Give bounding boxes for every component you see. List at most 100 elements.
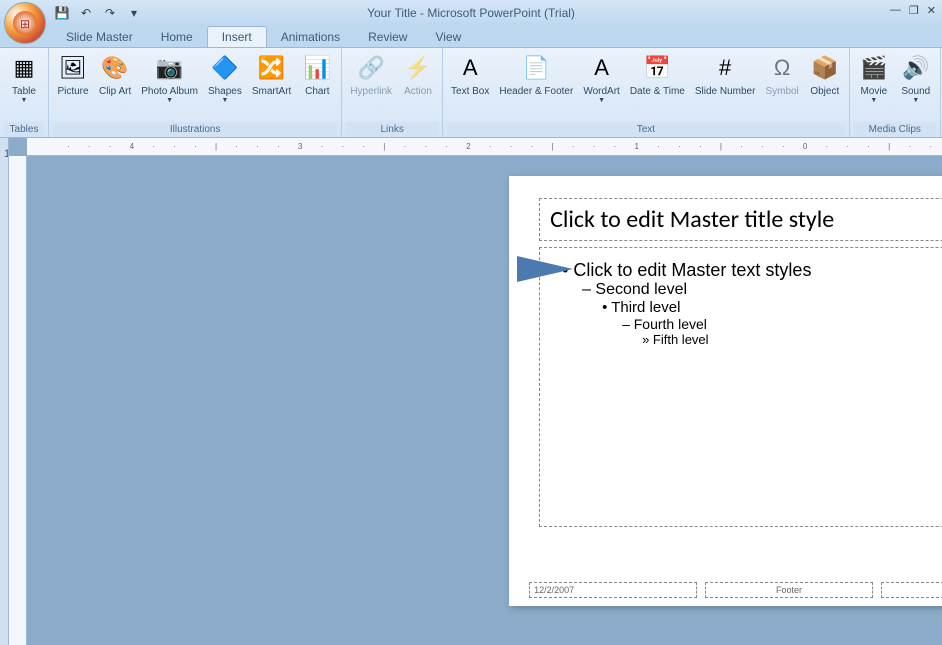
ribbon-group-text: A Text Box 📄 Header & Footer A WordArt▼ 📅 Date …	[443, 48, 850, 137]
hyperlink-button: 🔗 Hyperlink	[346, 50, 396, 99]
text-box-icon: A	[454, 52, 486, 84]
header-footer-icon: 📄	[520, 52, 552, 84]
movie-button[interactable]: 🎬 Movie▼	[854, 50, 894, 106]
tab-review[interactable]: Review	[354, 27, 421, 47]
slide-number-placeholder[interactable]: ‹#›	[881, 582, 942, 598]
slide-number-button[interactable]: # Slide Number	[691, 50, 760, 99]
wordart-button[interactable]: A WordArt▼	[579, 50, 624, 106]
slide-canvas[interactable]: Click to edit Master title style Click t…	[27, 156, 942, 645]
text-level-2[interactable]: Second level	[556, 281, 942, 299]
date-time-button[interactable]: 📅 Date & Time	[626, 50, 689, 99]
title-bar: ⊞ 💾 ↶ ↷ ▾ Your Title - Microsoft PowerPo…	[0, 0, 942, 26]
clipart-button[interactable]: 🎨 Clip Art	[95, 50, 135, 99]
ribbon-tabs: Slide Master Home Insert Animations Revi…	[0, 26, 942, 48]
dropdown-arrow-icon: ▼	[166, 97, 173, 104]
restore-button[interactable]: ❐	[909, 4, 919, 17]
text-level-1[interactable]: Click to edit Master text styles	[556, 260, 942, 281]
shapes-label: Shapes	[208, 86, 242, 97]
movie-label: Movie	[860, 86, 887, 97]
slide-number-icon: #	[709, 52, 741, 84]
svg-text:⊞: ⊞	[20, 17, 30, 31]
tab-home[interactable]: Home	[147, 27, 207, 47]
slide-number-label: Slide Number	[695, 86, 756, 97]
save-icon[interactable]: 💾	[52, 3, 72, 23]
shapes-icon: 🔷	[209, 52, 241, 84]
table-icon: ▦	[8, 52, 40, 84]
header-footer-button[interactable]: 📄 Header & Footer	[495, 50, 577, 99]
group-label: Text	[447, 122, 845, 137]
object-button[interactable]: 📦Object	[805, 50, 845, 99]
symbol-button: ΩSymbol	[761, 50, 802, 99]
smartart-icon: 🔀	[256, 52, 288, 84]
group-label: Illustrations	[53, 122, 337, 137]
text-level-5[interactable]: Fifth level	[556, 332, 942, 347]
header-footer-label: Header & Footer	[499, 86, 573, 97]
tab-animations[interactable]: Animations	[267, 27, 354, 47]
wordart-icon: A	[586, 52, 618, 84]
slide-editor: · · · 4 · · · | · · · 3 · · · | · · · 2 …	[9, 138, 942, 645]
dropdown-arrow-icon: ▼	[221, 97, 228, 104]
picture-button[interactable]: 🖼Picture	[53, 50, 93, 99]
footer-placeholder[interactable]: Footer	[705, 582, 873, 598]
symbol-label: Symbol	[765, 86, 798, 97]
hyperlink-icon: 🔗	[355, 52, 387, 84]
dropdown-arrow-icon: ▼	[870, 97, 877, 104]
horizontal-ruler[interactable]: · · · 4 · · · | · · · 3 · · · | · · · 2 …	[27, 138, 942, 156]
group-label: Links	[346, 122, 438, 137]
text-level-3[interactable]: Third level	[556, 299, 942, 316]
tab-insert[interactable]: Insert	[207, 26, 267, 47]
chart-icon: 📊	[301, 52, 333, 84]
ribbon: ▦Table▼ Tables 🖼Picture🎨 Clip Art 📷Photo Alb…	[0, 48, 942, 138]
slide-master-panel[interactable]: 1 Click to edit Master title style • Cli…	[0, 138, 9, 645]
text-box-label: Text Box	[451, 86, 489, 97]
ribbon-group-links: 🔗 Hyperlink ⚡ Action Links	[342, 48, 443, 137]
dropdown-arrow-icon: ▼	[598, 97, 605, 104]
ribbon-group-tables: ▦Table▼ Tables	[0, 48, 49, 137]
office-button[interactable]: ⊞	[4, 2, 46, 44]
action-button: ⚡ Action	[398, 50, 438, 99]
ribbon-group-media-clips: 🎬Movie▼🔊Sound▼Media Clips	[850, 48, 941, 137]
quick-access-toolbar: 💾 ↶ ↷ ▾	[52, 3, 144, 23]
redo-icon[interactable]: ↷	[100, 3, 120, 23]
clipart-label: Clip Art	[99, 86, 131, 97]
date-time-icon: 📅	[641, 52, 673, 84]
hyperlink-label: Hyperlink	[350, 86, 392, 97]
date-time-label: Date & Time	[630, 86, 685, 97]
smartart-button[interactable]: 🔀 SmartArt	[248, 50, 295, 99]
smartart-label: SmartArt	[252, 86, 291, 97]
tab-slide-master[interactable]: Slide Master	[52, 27, 147, 47]
object-label: Object	[810, 86, 839, 97]
shapes-button[interactable]: 🔷 Shapes▼	[204, 50, 246, 106]
movie-icon: 🎬	[858, 52, 890, 84]
qat-more-icon[interactable]: ▾	[124, 3, 144, 23]
action-icon: ⚡	[402, 52, 434, 84]
title-placeholder[interactable]: Click to edit Master title style	[539, 198, 942, 241]
text-level-4[interactable]: Fourth level	[556, 316, 942, 332]
main-area: 1 Click to edit Master title style • Cli…	[0, 138, 942, 645]
table-button[interactable]: ▦Table▼	[4, 50, 44, 106]
dropdown-arrow-icon: ▼	[21, 97, 28, 104]
group-label: Tables	[4, 122, 44, 137]
picture-label: Picture	[57, 86, 88, 97]
body-placeholder[interactable]: Click to edit Master text styles Second …	[539, 247, 942, 527]
photo-album-button[interactable]: 📷Photo Album▼	[137, 50, 202, 106]
ribbon-group-illustrations: 🖼Picture🎨Clip Art📷Photo Album▼🔷Shapes▼🔀S…	[49, 48, 342, 137]
date-placeholder[interactable]: 12/2/2007	[529, 582, 697, 598]
triangle-shape-icon[interactable]	[517, 256, 573, 282]
undo-icon[interactable]: ↶	[76, 3, 96, 23]
window-title: Your Title - Microsoft PowerPoint (Trial…	[367, 6, 575, 20]
tab-view[interactable]: View	[421, 27, 475, 47]
action-label: Action	[404, 86, 432, 97]
photo-album-label: Photo Album	[141, 86, 198, 97]
chart-button[interactable]: 📊Chart	[297, 50, 337, 99]
wordart-label: WordArt	[583, 86, 620, 97]
dropdown-arrow-icon: ▼	[912, 97, 919, 104]
text-box-button[interactable]: A Text Box	[447, 50, 493, 99]
sound-icon: 🔊	[900, 52, 932, 84]
vertical-ruler[interactable]	[9, 156, 27, 645]
slide[interactable]: Click to edit Master title style Click t…	[509, 176, 942, 606]
sound-button[interactable]: 🔊Sound▼	[896, 50, 936, 106]
clipart-icon: 🎨	[99, 52, 131, 84]
close-button[interactable]: ✕	[927, 4, 936, 17]
minimize-button[interactable]: —	[890, 4, 901, 17]
